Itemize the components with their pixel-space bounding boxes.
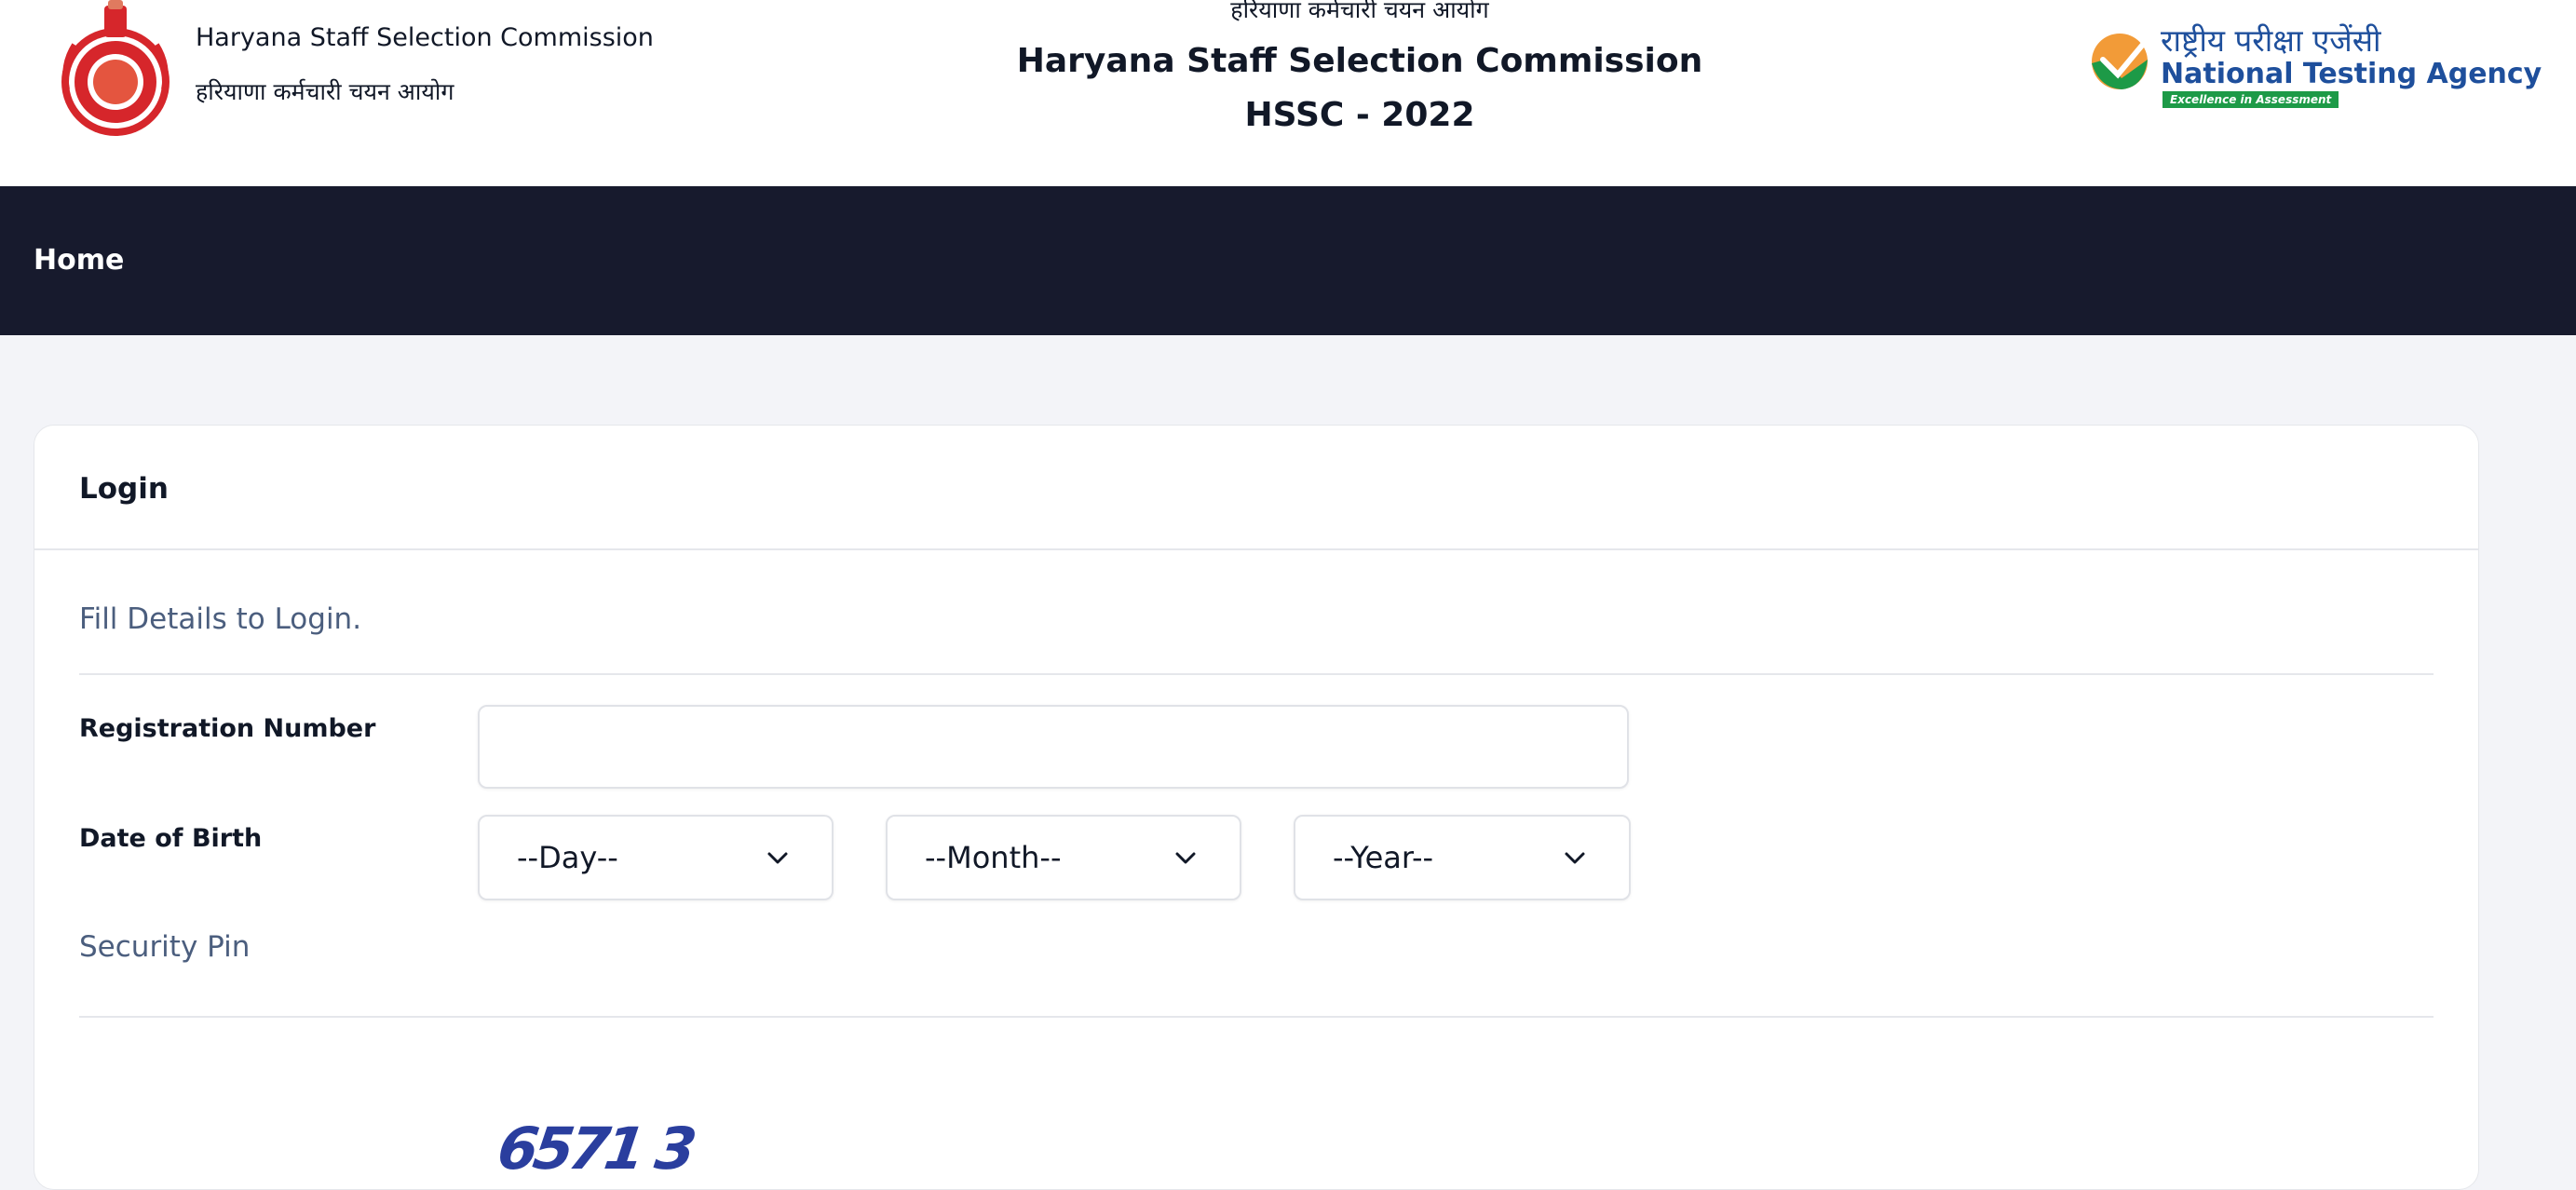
dob-day-select[interactable]: --Day-- [478,815,834,900]
nta-name-hi: राष्ट्रीय परीक्षा एजेंसी [2161,22,2381,59]
section-divider [79,1016,2434,1018]
main-nav: Home [0,186,2576,335]
card-title: Login [79,472,169,506]
dob-year-select[interactable]: --Year-- [1294,815,1631,900]
dob-year-value: --Year-- [1333,840,1434,875]
login-card: Login Fill Details to Login. Registratio… [34,425,2479,1190]
dob-month-select[interactable]: --Month-- [886,815,1241,900]
nta-check-icon [2092,34,2149,89]
dob-month-value: --Month-- [925,840,1062,875]
nta-tagline: Excellence in Assessment [2162,91,2339,108]
dob-day-value: --Day-- [517,840,618,875]
section-divider [79,673,2434,675]
chevron-down-icon [1175,852,1196,864]
captcha-image: 6571 3 [493,1115,697,1183]
login-instructions: Fill Details to Login. [79,602,362,636]
registration-number-input[interactable] [478,705,1629,789]
registration-number-label: Registration Number [79,714,376,743]
date-of-birth-label: Date of Birth [79,824,263,853]
site-header: Haryana Staff Selection Commission हरिया… [0,0,2576,186]
chevron-down-icon [767,852,788,864]
chevron-down-icon [1565,852,1585,864]
security-pin-label: Security Pin [79,930,251,964]
nav-home-link[interactable]: Home [34,242,124,279]
card-divider [34,548,2478,550]
nta-name-en: National Testing Agency [2161,58,2542,90]
nta-logo: राष्ट्रीय परीक्षा एजेंसी National Testin… [2090,22,2542,114]
